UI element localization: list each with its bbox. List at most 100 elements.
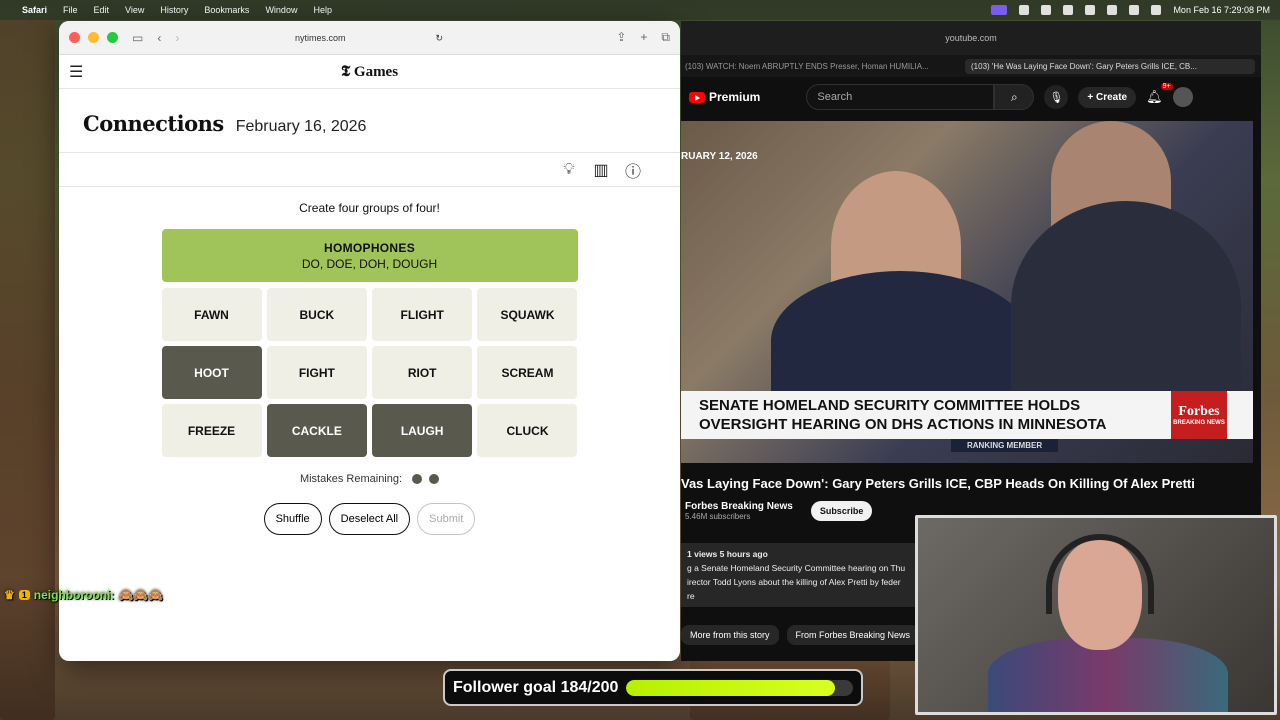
video-description[interactable]: 1 views 5 hours ago g a Senate Homeland … (681, 543, 921, 607)
chip-from-channel[interactable]: From Forbes Breaking News (786, 625, 920, 645)
create-label: Create (1095, 91, 1128, 103)
game-prompt: Create four groups of four! (299, 201, 440, 215)
macos-menu-bar: Safari File Edit View History Bookmarks … (0, 0, 1280, 20)
word-tile[interactable]: BUCK (266, 288, 367, 341)
view-meta: 1 views 5 hours ago (687, 549, 768, 559)
status-icon[interactable] (1041, 5, 1052, 15)
submit-button[interactable]: Submit (417, 503, 476, 535)
hamburger-menu-icon[interactable]: ☰ (69, 62, 83, 82)
menu-view[interactable]: View (125, 5, 144, 15)
new-tab-icon[interactable]: + (640, 30, 647, 45)
word-tile[interactable]: FIGHT (266, 346, 367, 399)
reload-icon[interactable]: ↻ (435, 33, 443, 44)
game-title-row: Connections February 16, 2026 (59, 89, 680, 153)
lightbulb-icon[interactable]: 💡︎ (560, 161, 578, 179)
microphone-icon[interactable]: 🎙︎ (1044, 85, 1069, 109)
solved-words: DO, DOE, DOH, DOUGH (301, 256, 438, 271)
zoom-window-button[interactable] (107, 32, 118, 43)
control-center-icon[interactable] (1151, 5, 1162, 15)
browser-tab-active[interactable]: (103) 'He Was Laying Face Down': Gary Pe… (965, 58, 1255, 74)
screen-share-icon[interactable] (991, 5, 1008, 15)
video-player[interactable]: RUARY 12, 2026 SENATE HOMELAND SECURITY … (681, 121, 1253, 463)
search-icon: ⌕ (1010, 89, 1018, 104)
yt-tab-bar: (103) WATCH: Noem ABRUPTLY ENDS Presser,… (681, 55, 1261, 77)
yt-search-button[interactable]: ⌕ (994, 84, 1035, 110)
forbes-subtitle: BREAKING NEWS (1173, 419, 1225, 426)
yt-search-placeholder: Search (817, 91, 853, 103)
headset-icon (1046, 534, 1154, 614)
chat-badge: 1 (18, 590, 30, 600)
forbes-logo-text: Forbes (1178, 403, 1220, 419)
solved-group: HOMOPHONES DO, DOE, DOH, DOUGH (161, 229, 578, 282)
word-tile[interactable]: FREEZE (161, 404, 262, 457)
word-tile[interactable]: CLUCK (477, 404, 578, 457)
window-controls (69, 32, 118, 43)
menu-window[interactable]: Window (265, 5, 297, 15)
nyt-games-logo[interactable]: 𝕿 Games (341, 63, 398, 81)
subscriber-count: 5.46M subscribers (685, 512, 751, 521)
related-chips: More from this story From Forbes Breakin… (681, 625, 920, 645)
menu-edit[interactable]: Edit (94, 5, 110, 15)
youtube-logo[interactable]: Premium (689, 90, 760, 104)
menu-file[interactable]: File (63, 5, 78, 15)
word-tile[interactable]: FLIGHT (372, 288, 473, 341)
notif-badge: 9+ (1160, 83, 1173, 90)
search-icon[interactable] (1129, 5, 1140, 15)
chat-text: 🙈🙈🙈 (118, 588, 164, 602)
battery-icon[interactable] (1085, 5, 1096, 15)
deselect-all-button[interactable]: Deselect All (328, 503, 411, 535)
word-tile[interactable]: CACKLE (266, 404, 367, 457)
forbes-logo: Forbes BREAKING NEWS (1171, 391, 1227, 439)
url-text: nytimes.com (294, 33, 346, 43)
minimize-window-button[interactable] (88, 32, 99, 43)
menu-bookmarks[interactable]: Bookmarks (204, 5, 249, 15)
word-tile[interactable]: SCREAM (477, 346, 578, 399)
yt-search-input[interactable]: Search (806, 84, 995, 110)
word-tile[interactable]: SQUAWK (477, 288, 578, 341)
sidebar-toggle-icon[interactable]: ▭ (132, 31, 143, 45)
follower-goal-fill (626, 679, 835, 696)
wifi-icon[interactable] (1107, 5, 1118, 15)
menu-app-name[interactable]: Safari (22, 5, 47, 15)
lower-third-text: SENATE HOMELAND SECURITY COMMITTEE HOLDS… (699, 397, 1107, 433)
back-icon[interactable]: ‹ (157, 31, 161, 45)
yt-url-text[interactable]: youtube.com (945, 33, 997, 43)
browser-tab[interactable]: (103) WATCH: Noem ABRUPTLY ENDS Presser,… (685, 62, 955, 71)
word-tile[interactable]: LAUGH (372, 404, 473, 457)
follower-goal-label: Follower goal 184/200 (453, 678, 619, 696)
help-icon[interactable]: ⓘ (624, 158, 642, 182)
avatar[interactable] (1172, 87, 1193, 107)
close-window-button[interactable] (69, 32, 80, 43)
subscribe-button[interactable]: Subscribe (810, 501, 873, 521)
desc-more[interactable]: re (687, 589, 915, 603)
mistake-dot (429, 474, 440, 484)
chip-more-from-story[interactable]: More from this story (681, 625, 779, 645)
share-icon[interactable]: ⇪ (616, 30, 626, 45)
desc-line: irector Todd Lyons about the killing of … (687, 577, 901, 587)
channel-info[interactable]: Forbes Breaking News 5.46M subscribers (685, 501, 793, 521)
notifications-bell-icon[interactable]: 🔔︎ 9+ (1146, 83, 1173, 105)
status-area: Mon Feb 16 7:29:08 PM (991, 5, 1270, 15)
word-tile[interactable]: RIOT (372, 346, 473, 399)
channel-row: Forbes Breaking News 5.46M subscribers S… (685, 501, 873, 521)
nyt-header: ☰ 𝕿 Games (59, 55, 680, 89)
video-date-overlay: RUARY 12, 2026 (681, 151, 758, 162)
channel-name[interactable]: Forbes Breaking News (685, 501, 793, 512)
status-icon[interactable] (1019, 5, 1030, 15)
forward-icon[interactable]: › (175, 31, 179, 45)
follower-goal-widget: Follower goal 184/200 (443, 669, 863, 706)
menu-help[interactable]: Help (313, 5, 332, 15)
stats-icon[interactable]: ▥ (592, 160, 610, 180)
tab-overview-icon[interactable]: ⧉ (661, 30, 670, 45)
speaker-suit (771, 271, 1031, 411)
word-tile[interactable]: FAWN (161, 288, 262, 341)
follower-goal-track (626, 679, 853, 696)
address-bar[interactable]: nytimes.com ↻ (249, 28, 489, 48)
create-button[interactable]: + Create (1078, 86, 1137, 108)
word-tile[interactable]: HOOT (161, 346, 262, 399)
youtube-logo-text: Premium (709, 90, 761, 104)
status-icon[interactable] (1063, 5, 1074, 15)
shuffle-button[interactable]: Shuffle (263, 503, 322, 535)
menu-history[interactable]: History (160, 5, 188, 15)
menu-clock[interactable]: Mon Feb 16 7:29:08 PM (1173, 5, 1270, 15)
